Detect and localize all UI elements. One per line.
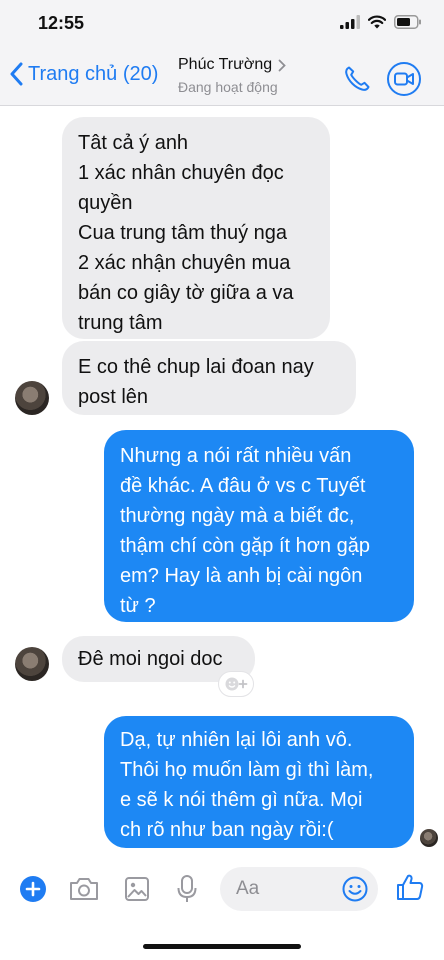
emoji-icon[interactable]: [342, 876, 368, 902]
plus-icon[interactable]: [19, 875, 47, 903]
battery-icon: [394, 15, 421, 29]
message-bubble-outgoing[interactable]: Dạ, tự nhiên lại lôi anh vô. Thôi họ muố…: [104, 716, 414, 848]
composer-bar: Aa: [0, 862, 444, 918]
back-button[interactable]: Trang chủ (20): [10, 62, 158, 86]
chat-header: Trang chủ (20) Phúc Trường Đang hoạt độn…: [0, 48, 444, 106]
back-label: Trang chủ (20): [28, 62, 159, 85]
avatar[interactable]: [15, 381, 49, 415]
avatar[interactable]: [15, 647, 49, 681]
home-indicator[interactable]: [143, 944, 301, 949]
contact-info[interactable]: Phúc Trường Đang hoạt động: [178, 56, 286, 95]
chevron-right-icon: [278, 59, 286, 71]
video-call-icon[interactable]: [386, 61, 422, 97]
like-icon[interactable]: [395, 872, 425, 902]
message-input[interactable]: Aa: [220, 867, 378, 911]
emoji-add-icon: [225, 677, 248, 691]
seen-avatar: [420, 829, 438, 847]
photo-icon[interactable]: [124, 876, 150, 902]
signal-icon: [340, 15, 360, 29]
status-bar: 12:55: [0, 0, 444, 48]
wifi-icon: [368, 15, 386, 29]
message-input-placeholder: Aa: [236, 878, 260, 899]
status-time: 12:55: [38, 13, 85, 33]
phone-icon[interactable]: [342, 64, 372, 94]
chevron-left-icon: [10, 62, 23, 86]
contact-status: Đang hoạt động: [178, 79, 278, 95]
contact-name: Phúc Trường: [178, 56, 273, 73]
message-bubble-outgoing[interactable]: Nhưng a nói rất nhiều vấn đề khác. A đâu…: [104, 430, 414, 622]
camera-icon[interactable]: [68, 876, 100, 902]
status-icons: [340, 15, 422, 29]
microphone-icon[interactable]: [176, 874, 198, 904]
add-reaction-button[interactable]: [218, 671, 254, 697]
message-bubble-incoming[interactable]: E co thê chup lai đoan nay post lên: [62, 341, 356, 415]
message-bubble-incoming[interactable]: Tât cả ý anh 1 xác nhân chuyên đọc quyền…: [62, 117, 330, 339]
